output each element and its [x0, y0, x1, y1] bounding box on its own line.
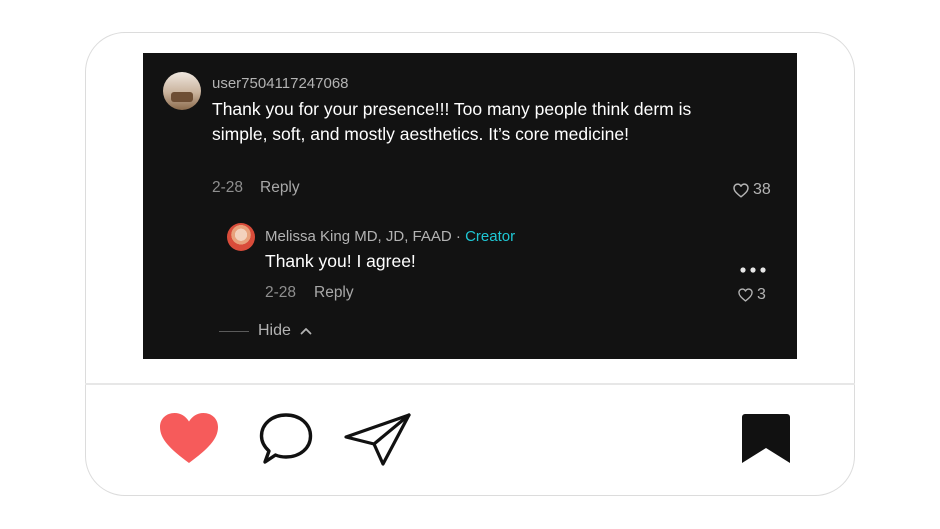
reply-date: 2-28: [265, 284, 297, 301]
reply-like-count: 3: [757, 286, 766, 303]
action-bar-divider: [85, 383, 855, 385]
comment-like-count: 38: [753, 181, 771, 198]
bookmark-icon[interactable]: [739, 411, 793, 467]
reply-author-name[interactable]: Melissa King MD, JD, FAAD: [265, 228, 452, 245]
creator-badge: Creator: [465, 228, 516, 245]
commenter-avatar[interactable]: [163, 72, 201, 110]
reply-text: Thank you! I agree!: [265, 251, 416, 271]
comment-icon[interactable]: [257, 412, 315, 467]
heart-outline-icon: [733, 182, 749, 198]
commenter-username[interactable]: user7504117247068: [212, 75, 349, 92]
reply-reply-button[interactable]: Reply: [314, 284, 354, 302]
comment-like-button[interactable]: 38: [733, 181, 771, 199]
reply-author-line: Melissa King MD, JD, FAAD · Creator: [265, 228, 515, 245]
more-options-icon[interactable]: [740, 266, 766, 274]
comment-text: Thank you for your presence!!! Too many …: [212, 99, 692, 144]
hide-replies-button[interactable]: Hide: [219, 322, 312, 340]
share-icon[interactable]: [343, 411, 413, 467]
comment-date: 2-28: [212, 179, 244, 196]
hide-label: Hide: [258, 322, 291, 339]
hide-divider-line: [219, 330, 249, 332]
creator-avatar[interactable]: [227, 223, 255, 251]
reply-like-button[interactable]: 3: [738, 286, 766, 304]
author-separator: ·: [451, 228, 466, 245]
heart-outline-icon: [738, 288, 753, 302]
chevron-up-icon: [300, 328, 312, 335]
heart-icon[interactable]: [158, 411, 220, 465]
comment-reply-button[interactable]: Reply: [260, 179, 300, 197]
comments-screenshot: user7504117247068 Thank you for your pre…: [143, 53, 797, 359]
